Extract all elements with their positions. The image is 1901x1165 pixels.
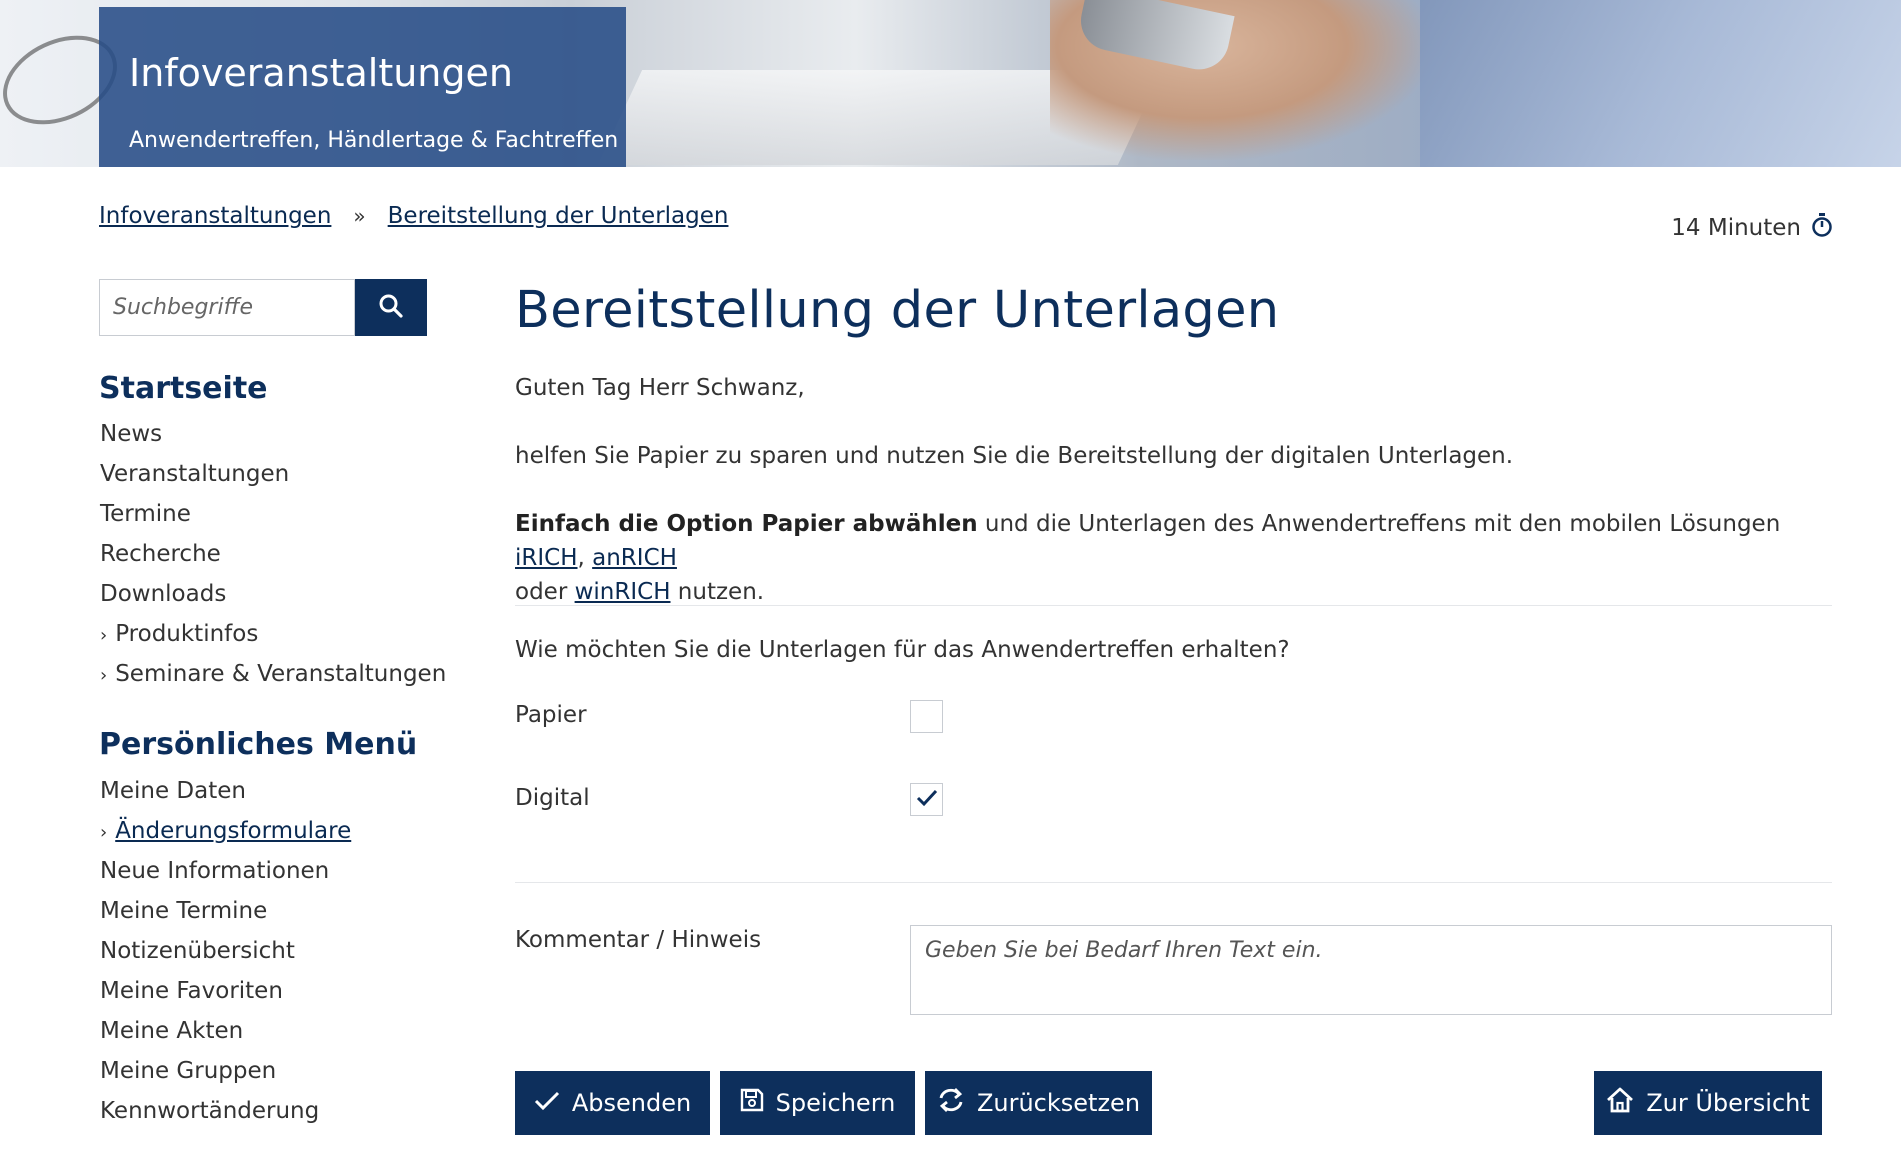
divider	[515, 882, 1832, 883]
sidebar-item-seminare[interactable]: › Seminare & Veranstaltungen	[100, 654, 446, 694]
chevron-right-icon: ›	[100, 665, 108, 686]
breadcrumb-separator: »	[353, 204, 366, 228]
overview-button-label: Zur Übersicht	[1646, 1089, 1810, 1117]
sidebar-item-label: Produktinfos	[115, 621, 259, 647]
option-papier-label: Papier	[515, 702, 587, 728]
sidebar-item-news[interactable]: News	[100, 414, 446, 454]
sidebar-item-label: News	[100, 421, 163, 447]
refresh-icon	[937, 1087, 965, 1119]
digital-checkbox[interactable]	[910, 783, 943, 816]
submit-button-label: Absenden	[571, 1089, 692, 1117]
floppy-disk-icon	[740, 1088, 764, 1118]
link-winrich[interactable]: winRICH	[575, 579, 671, 605]
sidebar-item-label: Seminare & Veranstaltungen	[115, 661, 447, 687]
comma-text: ,	[577, 545, 593, 571]
sidebar-item-meine-akten[interactable]: Meine Akten	[100, 1011, 351, 1051]
reset-button[interactable]: Zurücksetzen	[925, 1071, 1152, 1135]
sidebar-item-meine-daten[interactable]: Meine Daten	[100, 771, 351, 811]
sidebar-item-label: Meine Daten	[100, 778, 246, 804]
link-anrich[interactable]: anRICH	[592, 545, 677, 571]
sidebar-item-termine[interactable]: Termine	[100, 494, 446, 534]
intro-text: helfen Sie Papier zu sparen und nutzen S…	[515, 443, 1514, 469]
sidebar-item-label: Meine Favoriten	[100, 978, 283, 1004]
sidebar-item-recherche[interactable]: Recherche	[100, 534, 446, 574]
hero-title-box: Infoveranstaltungen Anwendertreffen, Hän…	[99, 7, 626, 167]
home-icon	[1606, 1087, 1634, 1119]
sidebar-item-produktinfos[interactable]: › Produktinfos	[100, 614, 446, 654]
stopwatch-icon	[1811, 213, 1833, 243]
checkmark-icon	[534, 1089, 560, 1117]
checkmark-icon	[916, 789, 938, 811]
sidebar-item-label-active[interactable]: Änderungsformulare	[115, 818, 351, 844]
papier-checkbox[interactable]	[910, 700, 943, 733]
sidebar-item-label: Recherche	[100, 541, 221, 567]
sidebar-item-label: Kennwortänderung	[100, 1098, 320, 1124]
end-text: nutzen.	[670, 579, 765, 605]
sidebar-item-neue-informationen[interactable]: Neue Informationen	[100, 851, 351, 891]
sidebar-item-label: Downloads	[100, 581, 227, 607]
sidebar-main-menu: News Veranstaltungen Termine Recherche D…	[100, 414, 446, 694]
breadcrumb-link-current[interactable]: Bereitstellung der Unterlagen	[388, 203, 729, 229]
sidebar-item-label: Meine Gruppen	[100, 1058, 277, 1084]
option-text: und die Unterlagen des Anwendertreffens …	[977, 511, 1781, 537]
sidebar-heading-startseite[interactable]: Startseite	[99, 371, 268, 406]
sidebar-item-kennwortaenderung[interactable]: Kennwortänderung	[100, 1091, 351, 1131]
chevron-right-icon: ›	[100, 625, 108, 646]
save-button-label: Speichern	[775, 1089, 896, 1117]
sidebar-item-label: Neue Informationen	[100, 858, 330, 884]
sidebar-item-meine-termine[interactable]: Meine Termine	[100, 891, 351, 931]
search-button[interactable]	[355, 279, 427, 336]
sidebar-item-label: Meine Akten	[100, 1018, 244, 1044]
option-paragraph: Einfach die Option Papier abwählen und d…	[515, 507, 1845, 609]
sidebar-item-downloads[interactable]: Downloads	[100, 574, 446, 614]
or-text: oder	[515, 579, 575, 605]
search-input[interactable]	[99, 279, 355, 336]
sidebar-item-notizenuebersicht[interactable]: Notizenübersicht	[100, 931, 351, 971]
shirt-image	[1420, 0, 1901, 167]
sidebar-item-meine-gruppen[interactable]: Meine Gruppen	[100, 1051, 351, 1091]
sidebar-item-label: Veranstaltungen	[100, 461, 290, 487]
sidebar-item-label: Termine	[100, 501, 191, 527]
timer-label: 14 Minuten	[1671, 215, 1801, 241]
breadcrumb: Infoveranstaltungen » Bereitstellung der…	[99, 203, 728, 229]
comment-field[interactable]	[910, 925, 1832, 1015]
option-digital-label: Digital	[515, 785, 590, 811]
sidebar-item-meine-favoriten[interactable]: Meine Favoriten	[100, 971, 351, 1011]
delivery-question: Wie möchten Sie die Unterlagen für das A…	[515, 637, 1290, 663]
divider	[515, 605, 1832, 606]
link-irich[interactable]: iRICH	[515, 545, 578, 571]
breadcrumb-link-infoveranstaltungen[interactable]: Infoveranstaltungen	[99, 203, 331, 229]
chevron-right-icon: ›	[100, 822, 108, 843]
option-bold-text: Einfach die Option Papier abwählen	[515, 511, 978, 537]
hero-title: Infoveranstaltungen	[129, 51, 513, 95]
search-icon	[378, 293, 404, 322]
sidebar-item-aenderungsformulare[interactable]: › Änderungsformulare	[100, 811, 351, 851]
session-timer: 14 Minuten	[1671, 213, 1833, 243]
reset-button-label: Zurücksetzen	[976, 1089, 1141, 1117]
save-button[interactable]: Speichern	[720, 1071, 915, 1135]
sidebar-personal-menu: Meine Daten › Änderungsformulare Neue Inf…	[100, 771, 351, 1131]
sidebar-item-label: Notizenübersicht	[100, 938, 295, 964]
sidebar-heading-personal: Persönliches Menü	[99, 727, 418, 762]
sidebar-item-label: Meine Termine	[100, 898, 268, 924]
hero-subtitle: Anwendertreffen, Händlertage & Fachtreff…	[129, 128, 619, 153]
hero-banner: Infoveranstaltungen Anwendertreffen, Hän…	[0, 0, 1901, 167]
overview-button[interactable]: Zur Übersicht	[1594, 1071, 1822, 1135]
comment-label: Kommentar / Hinweis	[515, 927, 762, 953]
greeting-text: Guten Tag Herr Schwanz,	[515, 375, 805, 401]
submit-button[interactable]: Absenden	[515, 1071, 710, 1135]
sidebar-item-veranstaltungen[interactable]: Veranstaltungen	[100, 454, 446, 494]
page-title: Bereitstellung der Unterlagen	[515, 281, 1280, 340]
